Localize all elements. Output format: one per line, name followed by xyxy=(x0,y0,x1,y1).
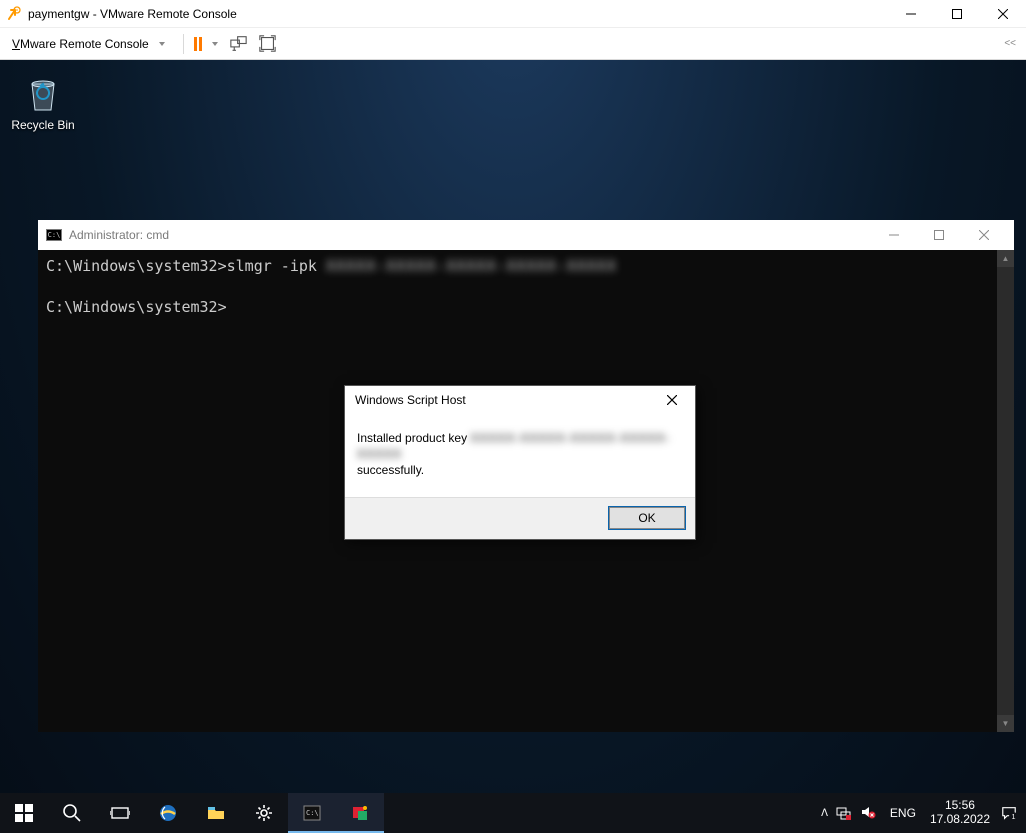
cmd-window-title: Administrator: cmd xyxy=(69,228,169,242)
collapse-toolbar-button[interactable]: << xyxy=(1000,34,1020,53)
wscript-message: Installed product key XXXXX-XXXXX-XXXXX-… xyxy=(345,414,695,497)
taskbar-settings-button[interactable] xyxy=(240,793,288,833)
scroll-down-icon[interactable]: ▼ xyxy=(997,715,1014,732)
vmware-logo-icon xyxy=(6,6,22,22)
vmware-window-title: paymentgw - VMware Remote Console xyxy=(28,7,888,21)
vm-pause-button[interactable] xyxy=(190,34,206,54)
tray-language[interactable]: ENG xyxy=(884,806,922,820)
vmware-toolbar: VMware Remote Console << xyxy=(0,28,1026,60)
tray-volume-icon[interactable] xyxy=(860,804,876,823)
cmd-close-button[interactable] xyxy=(961,220,1006,250)
svg-text:C:\: C:\ xyxy=(306,809,319,817)
menu-label-rest: Mware Remote Console xyxy=(20,37,149,51)
notif-count: 1 xyxy=(1011,813,1015,821)
cmd-product-key-redacted: XXXXX-XXXXX-XXXXX-XXXXX-XXXXX xyxy=(326,257,617,275)
tray-action-center-button[interactable]: 1 xyxy=(998,805,1020,821)
cmd-titlebar[interactable]: C:\ Administrator: cmd xyxy=(38,220,1014,250)
caret-down-icon[interactable] xyxy=(212,42,218,46)
cmd-minimize-button[interactable] xyxy=(871,220,916,250)
pause-icon xyxy=(199,37,202,51)
wscript-msg-prefix: Installed product key xyxy=(357,431,470,445)
wscript-msg-suffix: successfully. xyxy=(357,463,424,477)
vmware-titlebar: paymentgw - VMware Remote Console xyxy=(0,0,1026,28)
tray-time: 15:56 xyxy=(930,799,990,813)
system-tray: ᐱ ENG 15:56 17.08.2022 1 xyxy=(815,793,1026,833)
tray-date: 17.08.2022 xyxy=(930,813,990,827)
wscript-titlebar[interactable]: Windows Script Host xyxy=(345,386,695,414)
start-button[interactable] xyxy=(0,793,48,833)
scroll-up-icon[interactable]: ▲ xyxy=(997,250,1014,267)
vmware-console-menu[interactable]: VMware Remote Console xyxy=(6,34,177,54)
windows-taskbar: C:\ ᐱ ENG 15:56 17.08.2022 1 xyxy=(0,793,1026,833)
cmd-prompt: C:\Windows\system32> xyxy=(46,257,227,275)
menu-hotkey-letter: V xyxy=(12,37,20,51)
taskbar-ie-button[interactable] xyxy=(144,793,192,833)
taskbar-explorer-button[interactable] xyxy=(192,793,240,833)
cmd-prompt: C:\Windows\system32> xyxy=(46,298,227,316)
recycle-bin-icon xyxy=(22,72,64,114)
tray-overflow-button[interactable]: ᐱ xyxy=(821,808,828,819)
vmware-close-button[interactable] xyxy=(980,0,1026,27)
toolbar-separator xyxy=(183,34,184,54)
cmd-command: slmgr -ipk xyxy=(227,257,326,275)
vmware-maximize-button[interactable] xyxy=(934,0,980,27)
cmd-maximize-button[interactable] xyxy=(916,220,961,250)
tray-network-icon[interactable] xyxy=(836,804,852,823)
pause-icon xyxy=(194,37,197,51)
guest-desktop[interactable]: Recycle Bin C:\ Administrator: cmd C:\Wi… xyxy=(0,60,1026,833)
vmware-minimize-button[interactable] xyxy=(888,0,934,27)
desktop-icon-label: Recycle Bin xyxy=(6,118,80,132)
wscript-close-button[interactable] xyxy=(659,387,685,413)
wscript-dialog: Windows Script Host Installed product ke… xyxy=(344,385,696,540)
desktop-icon-recycle-bin[interactable]: Recycle Bin xyxy=(6,72,80,132)
fullscreen-button[interactable] xyxy=(253,32,282,55)
tray-clock[interactable]: 15:56 17.08.2022 xyxy=(930,799,990,827)
cmd-scrollbar[interactable]: ▲ ▼ xyxy=(997,250,1014,732)
wscript-dialog-title: Windows Script Host xyxy=(355,393,659,407)
taskbar-search-button[interactable] xyxy=(48,793,96,833)
cmd-icon: C:\ xyxy=(46,229,62,241)
taskbar-vmtools-button[interactable] xyxy=(336,793,384,833)
taskbar-taskview-button[interactable] xyxy=(96,793,144,833)
taskbar-cmd-button[interactable]: C:\ xyxy=(288,793,336,833)
send-ctrl-alt-del-button[interactable] xyxy=(224,32,253,55)
wscript-ok-button[interactable]: OK xyxy=(609,507,685,529)
caret-down-icon xyxy=(159,42,165,46)
